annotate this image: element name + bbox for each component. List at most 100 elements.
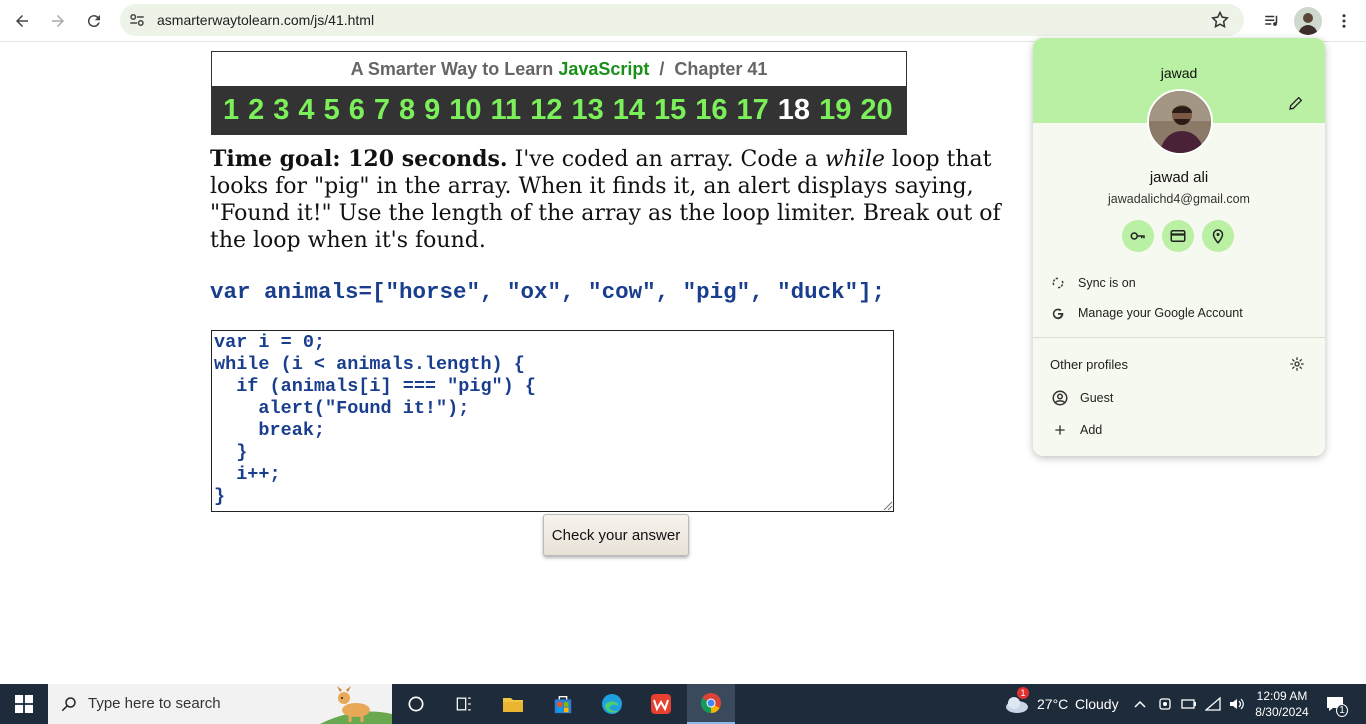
instruction-text-1: I've coded an array. Code a [507,147,825,172]
battery-icon[interactable] [1181,696,1197,712]
payment-methods-button[interactable] [1162,220,1194,252]
chrome-icon [700,693,721,714]
cortana-button[interactable] [392,684,440,724]
clock-time: 12:09 AM [1256,689,1308,703]
chapter-link-15[interactable]: 15 [654,94,686,127]
resize-grip-icon[interactable] [881,499,893,511]
clock-date: 8/30/2024 [1255,705,1309,719]
profile-short-name: jawad [1160,65,1198,81]
check-answer-button[interactable]: Check your answer [543,514,689,556]
taskbar-search[interactable]: Type here to search [48,684,392,724]
reload-icon [87,15,100,28]
chapter-title-suffix: / Chapter 41 [649,59,768,79]
chapter-title: A Smarter Way to Learn JavaScript / Chap… [212,52,906,86]
avatar [1294,7,1322,35]
site-settings-icon[interactable] [128,11,146,29]
chapter-link-10[interactable]: 10 [449,94,481,127]
chapter-link-5[interactable]: 5 [324,94,340,127]
divider [1033,337,1325,338]
system-clock[interactable]: 12:09 AM 8/30/2024 [1246,688,1318,720]
profile-menu: jawad jawad ali jawadalichd4@gmail.com S… [1033,38,1325,456]
guest-label: Guest [1080,391,1114,405]
volume-icon[interactable] [1228,696,1246,712]
addresses-button[interactable] [1202,220,1234,252]
profile-avatar [1147,89,1213,155]
exercise-instructions: Time goal: 120 seconds. I've coded an ar… [210,146,1030,254]
search-highlight-dog-icon [320,686,392,724]
search-placeholder: Type here to search [88,695,221,712]
search-icon [61,697,76,712]
wps-office-button[interactable] [637,684,685,724]
forward-button[interactable] [44,7,72,35]
weather-temp[interactable]: 27°C [1037,696,1068,712]
edge-icon [602,694,622,714]
chapter-link-3[interactable]: 3 [273,94,289,127]
add-profile[interactable]: Add [1033,417,1325,443]
back-arrow-icon [16,15,28,27]
start-button[interactable] [0,684,48,724]
chapter-link-4[interactable]: 4 [298,94,314,127]
chapter-link-17[interactable]: 17 [737,94,769,127]
browser-menu-button[interactable] [1330,7,1358,35]
file-explorer-button[interactable] [489,684,537,724]
gear-icon[interactable] [1289,356,1305,372]
windows-logo-icon [15,695,33,713]
chapter-link-19[interactable]: 19 [819,94,851,127]
credit-card-icon [1170,230,1186,242]
profile-button[interactable] [1294,7,1322,35]
browser-toolbar: asmarterwaytolearn.com/js/41.html [0,0,1366,42]
store-bag-icon [554,695,572,714]
chapter-link-14[interactable]: 14 [613,94,645,127]
weather-text[interactable]: Cloudy [1075,696,1119,712]
chevron-up-icon[interactable] [1133,697,1147,711]
reload-button[interactable] [80,7,108,35]
chapter-link-12[interactable]: 12 [530,94,562,127]
chapter-link-11[interactable]: 11 [491,94,522,127]
chapter-title-js: JavaScript [558,59,650,79]
edge-button[interactable] [588,684,636,724]
sync-label: Sync is on [1078,276,1136,290]
task-view-button[interactable] [440,684,488,724]
chrome-button[interactable] [687,684,735,724]
edit-pencil-icon[interactable] [1288,95,1304,111]
manage-account-label: Manage your Google Account [1078,306,1243,320]
google-g-icon [1052,308,1064,320]
sync-status[interactable]: Sync is on [1033,270,1325,296]
wifi-icon[interactable] [1205,696,1221,712]
account-circle-icon [1052,390,1068,406]
bookmark-star-icon[interactable] [1210,10,1230,30]
chapter-link-13[interactable]: 13 [571,94,603,127]
location-pin-icon [1212,229,1224,244]
back-button[interactable] [8,7,36,35]
chapter-link-2[interactable]: 2 [248,94,264,127]
weather-badge: 1 [1017,687,1029,699]
chapter-link-16[interactable]: 16 [695,94,727,127]
chapter-link-6[interactable]: 6 [349,94,365,127]
chapter-link-8[interactable]: 8 [399,94,415,127]
key-icon [1130,232,1145,240]
chapter-link-7[interactable]: 7 [374,94,390,127]
more-vert-icon [1342,14,1346,28]
passwords-button[interactable] [1122,220,1154,252]
windows-taskbar: Type here to search 1 27°C Cloudy 12:09 … [0,684,1366,724]
notification-count: 1 [1336,704,1348,717]
store-button[interactable] [539,684,587,724]
given-code: var animals=["horse", "ox", "cow", "pig"… [210,279,886,305]
address-bar[interactable]: asmarterwaytolearn.com/js/41.html [120,4,1244,36]
guest-profile[interactable]: Guest [1033,385,1325,411]
manage-account-link[interactable]: Manage your Google Account [1033,300,1325,326]
sync-icon [1052,277,1064,289]
profile-email: jawadalichd4@gmail.com [1108,192,1250,206]
other-profiles-heading: Other profiles [1050,357,1129,372]
task-view-icon [456,697,471,711]
reading-list-button[interactable] [1258,7,1286,35]
chapter-link-20[interactable]: 20 [860,94,892,127]
url-text: asmarterwaytolearn.com/js/41.html [157,12,375,28]
meet-now-icon[interactable] [1157,696,1173,712]
chapter-title-prefix: A Smarter Way to Learn [350,59,559,79]
profile-quick-actions [1122,220,1242,252]
chapter-link-9[interactable]: 9 [424,94,440,127]
chapter-link-18[interactable]: 18 [778,94,810,127]
answer-textarea[interactable] [211,330,894,512]
chapter-link-1[interactable]: 1 [223,94,239,127]
